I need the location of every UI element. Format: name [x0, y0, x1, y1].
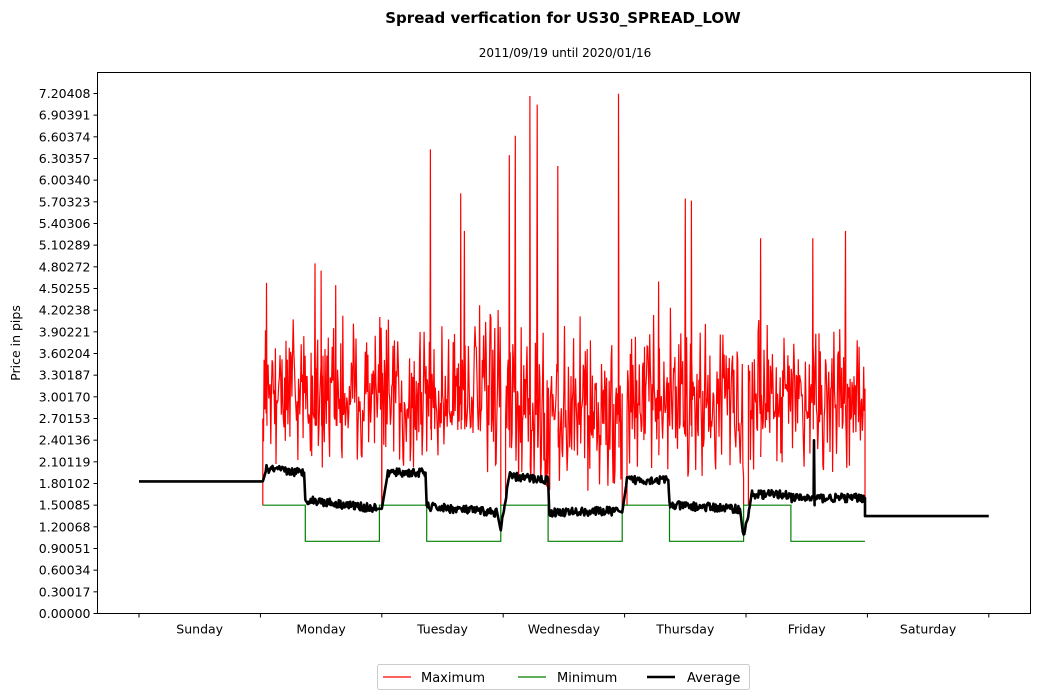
y-tick-label: 5.40306 [39, 216, 91, 231]
y-tick-label: 6.90391 [39, 108, 91, 123]
y-tick-label: 3.60204 [39, 346, 91, 361]
plot-area [139, 93, 989, 542]
chart-title: Spread verfication for US30_SPREAD_LOW [385, 9, 741, 27]
series-maximum-line [626, 198, 745, 506]
series-maximum-line [381, 149, 502, 506]
series-maximum-line [747, 230, 866, 506]
y-tick-label: 0.60034 [39, 563, 91, 578]
y-tick-label: 0.30017 [39, 584, 91, 599]
y-tick-label: 1.20068 [39, 519, 91, 534]
y-tick-label: 0.00000 [39, 606, 91, 621]
y-tick-label: 2.70153 [39, 411, 91, 426]
x-tick-label: Thursday [655, 622, 715, 637]
series-average-line [139, 439, 989, 536]
y-tick-label: 0.90051 [39, 541, 91, 556]
y-tick-label: 2.40136 [39, 433, 91, 448]
y-tick-label: 4.80272 [39, 259, 91, 274]
y-tick-label: 6.30357 [39, 151, 91, 166]
legend: Maximum Minimum Average [377, 664, 750, 690]
legend-label-average: Average [687, 671, 740, 686]
y-tick-label: 3.30187 [39, 368, 91, 383]
y-axis-label: Price in pips [8, 305, 23, 381]
y-axis: 0.00000 0.30017 0.60034 0.90051 1.20068 1.500… [39, 86, 98, 621]
chart-subtitle: 2011/09/19 until 2020/01/16 [479, 46, 652, 60]
y-tick-label: 6.00340 [39, 173, 91, 188]
y-tick-label: 7.20408 [39, 86, 91, 101]
y-tick-label: 6.60374 [39, 129, 91, 144]
y-tick-label: 3.90221 [39, 324, 91, 339]
y-tick-label: 5.10289 [39, 238, 91, 253]
spread-chart: Spread verfication for US30_SPREAD_LOW 2… [8, 9, 1031, 690]
x-tick-label: Tuesday [416, 622, 468, 637]
legend-label-minimum: Minimum [557, 671, 617, 686]
x-tick-label: Saturday [900, 622, 957, 637]
y-tick-label: 1.80102 [39, 476, 91, 491]
y-tick-label: 1.50085 [39, 498, 91, 513]
legend-label-maximum: Maximum [421, 671, 485, 686]
x-tick-label: Monday [296, 622, 346, 637]
x-tick-label: Friday [788, 622, 826, 637]
x-tick-label: Wednesday [528, 622, 601, 637]
y-tick-label: 5.70323 [39, 194, 91, 209]
x-tick-label: Sunday [176, 622, 223, 637]
x-axis: Sunday Monday Tuesday Wednesday Thursday Frid… [138, 613, 990, 637]
y-tick-label: 3.00170 [39, 389, 91, 404]
series-maximum-line [505, 93, 623, 506]
y-tick-label: 2.10119 [39, 454, 91, 469]
y-tick-label: 4.50255 [39, 281, 91, 296]
y-tick-label: 4.20238 [39, 303, 91, 318]
